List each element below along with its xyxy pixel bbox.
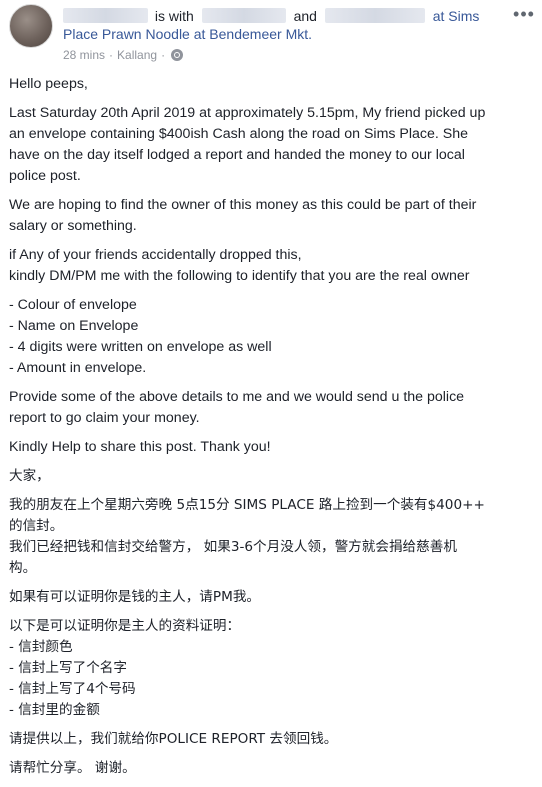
with-text: is with — [154, 8, 194, 24]
place-link[interactable]: at Sims — [433, 8, 480, 24]
list-item: - Amount in envelope. — [9, 360, 147, 376]
place-link-line2[interactable]: Place Prawn Noodle at Bendemeer Mkt. — [63, 25, 312, 43]
list-item: - 信封上写了个名字 — [9, 660, 127, 676]
post-timestamp[interactable]: 28 mins — [63, 48, 105, 62]
avatar[interactable] — [9, 4, 53, 48]
redacted-friend-name[interactable] — [201, 7, 286, 23]
cn-list-title: 以下是可以证明你是主人的资料证明： — [9, 618, 241, 634]
facebook-post: is with and at Sims Place Prawn Noodle a… — [0, 0, 542, 776]
list-item: - Name on Envelope — [9, 318, 139, 334]
cn-paragraph-4: 请提供以上，我们就给你POLICE REPORT 去领回钱。 — [9, 731, 338, 747]
paragraph-2: We are hoping to find the owner of this … — [9, 195, 535, 237]
list-item: - 信封上写了4个号码 — [9, 681, 136, 697]
paragraph-5: Kindly Help to share this post. Thank yo… — [9, 439, 271, 455]
post-location[interactable]: Kallang — [117, 48, 157, 62]
text-line: police post. — [9, 168, 81, 184]
text-line: an envelope containing $400ish Cash alon… — [9, 126, 469, 142]
cn-paragraph-1: 我的朋友在上个星期六旁晚 5点15分 SIMS PLACE 路上捡到一个装有$4… — [9, 495, 535, 579]
paragraph-3: if Any of your friends accidentally drop… — [9, 245, 535, 287]
post-body: Hello peeps, Last Saturday 20th April 20… — [9, 74, 535, 787]
separator-dot: · — [109, 48, 114, 62]
post-meta: 28 mins · Kallang · — [63, 48, 184, 62]
text-line: We are hoping to find the owner of this … — [9, 197, 477, 213]
text-line: salary or something. — [9, 218, 137, 234]
paragraph-4: Provide some of the above details to me … — [9, 387, 535, 429]
cn-requirements: 以下是可以证明你是主人的资料证明： - 信封颜色 - 信封上写了个名字 - 信封… — [9, 616, 535, 721]
text-line: 的信封。 — [9, 518, 64, 534]
greeting: Hello peeps, — [9, 76, 88, 92]
text-line: 我的朋友在上个星期六旁晚 5点15分 SIMS PLACE 路上捡到一个装有$4… — [9, 497, 485, 513]
separator-dot: · — [161, 48, 166, 62]
text-line: report to go claim your money. — [9, 410, 200, 426]
cn-paragraph-2: 如果有可以证明你是钱的主人，请PM我。 — [9, 589, 261, 605]
text-line: have on the day itself lodged a report a… — [9, 147, 465, 163]
text-line: 我们已经把钱和信封交给警方， 如果3-6个月没人领，警方就会捐给慈善机 — [9, 539, 457, 555]
list-item: - 信封颜色 — [9, 639, 73, 655]
list-item: - 4 digits were written on envelope as w… — [9, 339, 272, 355]
post-author-line: is with and at Sims — [63, 7, 479, 25]
text-line: Last Saturday 20th April 2019 at approxi… — [9, 105, 486, 121]
text-line: if Any of your friends accidentally drop… — [9, 247, 302, 263]
list-item: - 信封里的金额 — [9, 702, 100, 718]
list-item: - Colour of envelope — [9, 297, 137, 313]
redacted-friend-name[interactable] — [324, 7, 425, 23]
post-header: is with and at Sims Place Prawn Noodle a… — [0, 0, 542, 68]
text-line: Provide some of the above details to me … — [9, 389, 465, 405]
and-text: and — [293, 8, 317, 24]
requirements-list: - Colour of envelope - Name on Envelope … — [9, 295, 535, 379]
globe-icon[interactable] — [171, 49, 184, 61]
paragraph-1: Last Saturday 20th April 2019 at approxi… — [9, 103, 535, 187]
cn-greeting: 大家， — [9, 468, 50, 484]
text-line: 构。 — [9, 560, 37, 576]
ellipsis-icon[interactable]: ••• — [512, 5, 536, 24]
text-line: kindly DM/PM me with the following to id… — [9, 268, 470, 284]
redacted-author-name[interactable] — [63, 7, 148, 23]
